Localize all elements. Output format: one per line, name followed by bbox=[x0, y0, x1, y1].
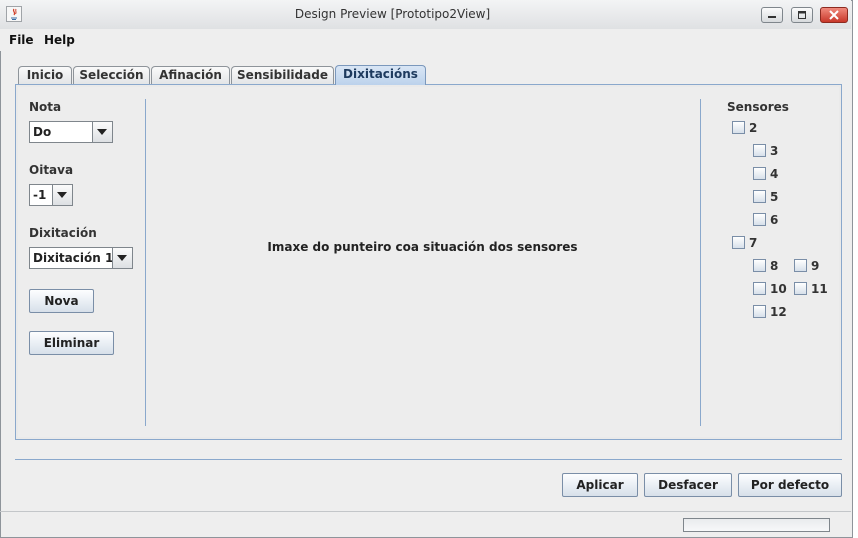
nota-value: Do bbox=[33, 125, 52, 139]
left-divider bbox=[145, 99, 146, 426]
dixitacion-label: Dixitación bbox=[29, 226, 97, 240]
oitava-dropdown-button[interactable] bbox=[52, 185, 72, 205]
minimize-icon bbox=[768, 16, 776, 18]
right-divider bbox=[700, 99, 701, 426]
menu-file[interactable]: File bbox=[9, 33, 34, 47]
sensor-10-label: 10 bbox=[770, 282, 787, 296]
desfacer-button[interactable]: Desfacer bbox=[644, 473, 732, 497]
oitava-label: Oitava bbox=[29, 163, 74, 177]
dixitacion-dropdown-button[interactable] bbox=[112, 248, 132, 268]
dixitacion-value: Dixitación 1 bbox=[33, 251, 114, 265]
chevron-down-icon bbox=[97, 129, 107, 135]
sensor-10-checkbox[interactable] bbox=[753, 282, 766, 295]
tab-sensibilidade[interactable]: Sensibilidade bbox=[231, 66, 334, 84]
sensor-5-label: 5 bbox=[770, 190, 779, 204]
oitava-combo[interactable]: -1 bbox=[29, 184, 73, 206]
nota-label: Nota bbox=[29, 100, 62, 114]
sensor-2-label: 2 bbox=[749, 121, 758, 135]
window-title: Design Preview [Prototipo2View] bbox=[294, 7, 491, 21]
sensor-12-checkbox[interactable] bbox=[753, 305, 766, 318]
sensor-7-checkbox[interactable] bbox=[732, 236, 745, 249]
eliminar-button[interactable]: Eliminar bbox=[29, 331, 114, 355]
sensor-8-checkbox[interactable] bbox=[753, 259, 766, 272]
aplicar-button[interactable]: Aplicar bbox=[562, 473, 638, 497]
tab-panel-content bbox=[18, 87, 839, 437]
tab-inicio[interactable]: Inicio bbox=[18, 66, 72, 84]
sensor-11-label: 11 bbox=[811, 282, 828, 296]
sensor-6-checkbox[interactable] bbox=[753, 213, 766, 226]
menu-bar bbox=[0, 29, 851, 51]
tab-afinacion[interactable]: Afinación bbox=[151, 66, 230, 84]
menu-help[interactable]: Help bbox=[44, 33, 75, 47]
nota-combo[interactable]: Do bbox=[29, 121, 113, 143]
por-defecto-button[interactable]: Por defecto bbox=[738, 473, 842, 497]
sensor-image-placeholder: Imaxe do punteiro coa situación dos sens… bbox=[267, 240, 578, 254]
tab-seleccion[interactable]: Selección bbox=[73, 66, 150, 84]
sensor-7-label: 7 bbox=[749, 236, 758, 250]
sensor-11-checkbox[interactable] bbox=[794, 282, 807, 295]
close-button[interactable] bbox=[820, 7, 848, 23]
nova-button[interactable]: Nova bbox=[29, 289, 94, 313]
maximize-icon bbox=[798, 11, 806, 19]
bottom-separator bbox=[15, 459, 842, 460]
nota-dropdown-button[interactable] bbox=[92, 122, 112, 142]
sensor-2-checkbox[interactable] bbox=[732, 121, 745, 134]
tab-dixitacions[interactable]: Dixitacións bbox=[335, 65, 426, 85]
sensor-6-label: 6 bbox=[770, 213, 779, 227]
sensor-12-label: 12 bbox=[770, 305, 787, 319]
sensor-5-checkbox[interactable] bbox=[753, 190, 766, 203]
sensor-4-checkbox[interactable] bbox=[753, 167, 766, 180]
sensor-9-label: 9 bbox=[811, 259, 820, 273]
progress-bar bbox=[683, 518, 830, 532]
chevron-down-icon bbox=[117, 255, 127, 261]
sensor-3-checkbox[interactable] bbox=[753, 144, 766, 157]
oitava-value: -1 bbox=[33, 188, 47, 202]
sensor-3-label: 3 bbox=[770, 144, 779, 158]
dixitacion-combo[interactable]: Dixitación 1 bbox=[29, 247, 133, 269]
sensor-4-label: 4 bbox=[770, 167, 779, 181]
close-icon bbox=[829, 10, 839, 20]
sensor-9-checkbox[interactable] bbox=[794, 259, 807, 272]
chevron-down-icon bbox=[57, 192, 67, 198]
sensor-8-label: 8 bbox=[770, 259, 779, 273]
maximize-button[interactable] bbox=[791, 7, 813, 23]
minimize-button[interactable] bbox=[761, 7, 783, 23]
sensores-label: Sensores bbox=[727, 100, 789, 114]
status-bar-separator bbox=[0, 511, 851, 512]
